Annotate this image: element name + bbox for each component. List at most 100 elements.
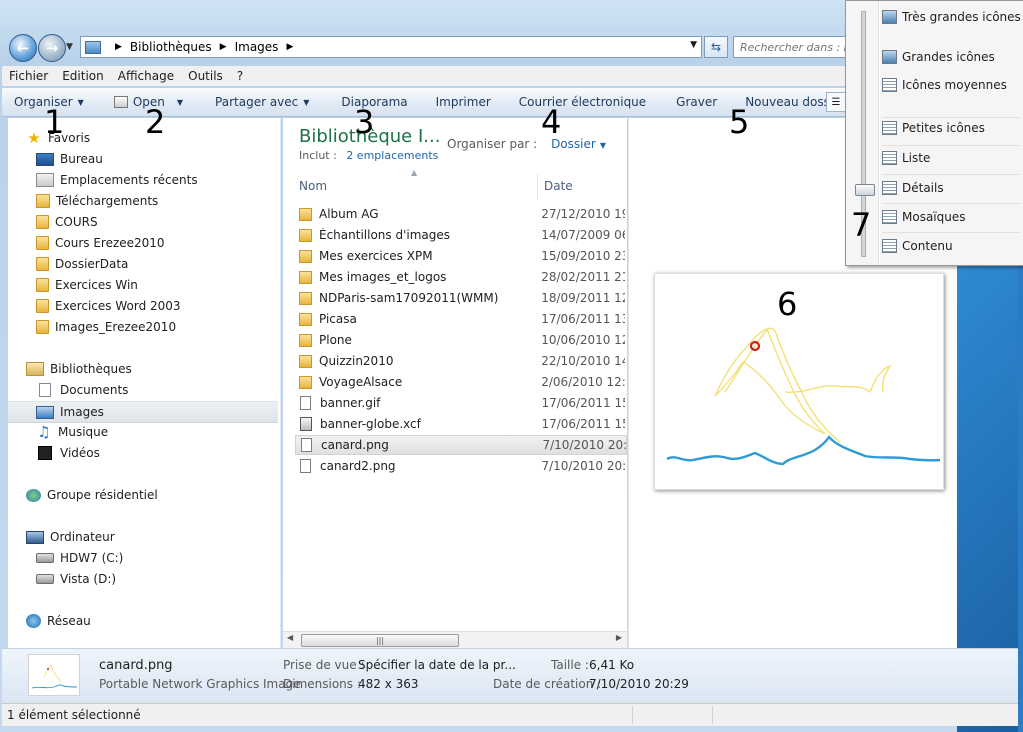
nav-drive-c[interactable]: HDW7 (C:) — [36, 548, 280, 568]
nav-dossierdata[interactable]: DossierData — [36, 254, 280, 274]
file-row[interactable]: Mes images_et_logos 28/02/2011 21:1 — [295, 267, 625, 287]
recent-pages-dropdown[interactable]: ▼ — [66, 42, 73, 52]
horizontal-scrollbar[interactable]: ◀ ||| ▶ — [283, 631, 627, 648]
annotation-4: 4 — [541, 103, 562, 141]
chevron-down-icon[interactable]: ▼ — [600, 141, 606, 150]
nav-computer[interactable]: Ordinateur — [26, 527, 280, 547]
breadcrumb-arrow-icon[interactable]: ▶ — [220, 42, 227, 52]
view-details[interactable]: Détails — [882, 178, 1020, 198]
nav-cours-erezee[interactable]: Cours Erezee2010 — [36, 233, 280, 253]
view-small-icons[interactable]: Petites icônes — [882, 118, 1020, 138]
open-icon — [113, 96, 128, 108]
nav-videos[interactable]: Vidéos — [36, 443, 280, 463]
file-row[interactable]: Plone 10/06/2010 12:1 — [295, 330, 625, 350]
file-row[interactable]: Quizzin2010 22/10/2010 14:1 — [295, 351, 625, 371]
annotation-7: 7 — [851, 206, 872, 244]
detail-size-value: 6,41 Ko — [589, 658, 635, 672]
nav-libraries[interactable]: Bibliothèques — [26, 359, 280, 379]
nav-cours[interactable]: COURS — [36, 212, 280, 232]
details-view-icon — [882, 181, 897, 195]
nav-music[interactable]: ♫ Musique — [36, 422, 280, 442]
share-button[interactable]: Partager avec ▼ — [195, 95, 321, 109]
status-divider — [712, 706, 713, 724]
tiles-view-icon — [882, 210, 897, 224]
scroll-right-icon[interactable]: ▶ — [616, 633, 622, 642]
address-dropdown-icon[interactable]: ▼ — [690, 40, 697, 50]
address-bar[interactable]: ▶ Bibliothèques ▶ Images ▶ ▼ — [80, 36, 702, 58]
column-header-date[interactable]: Date — [544, 172, 624, 200]
nav-images-erezee[interactable]: Images_Erezee2010 — [36, 317, 280, 337]
menu-edition[interactable]: Edition — [55, 69, 111, 83]
nav-bureau[interactable]: Bureau — [36, 149, 280, 169]
breadcrumb-arrow-icon[interactable]: ▶ — [286, 42, 293, 52]
file-name: Quizzin2010 — [319, 354, 394, 368]
email-button[interactable]: Courrier électronique — [503, 95, 658, 109]
includes-label: Inclut : — [299, 149, 337, 162]
view-large-icons[interactable]: Grandes icônes — [882, 47, 1020, 67]
view-tiles[interactable]: Mosaïques — [882, 207, 1020, 227]
breadcrumb-arrow-icon[interactable]: ▶ — [115, 42, 122, 52]
search-box[interactable] — [733, 36, 855, 58]
nav-recent[interactable]: Emplacements récents — [36, 170, 280, 190]
menu-fichier[interactable]: Fichier — [2, 69, 55, 83]
file-date: 22/10/2010 14:1 — [541, 354, 625, 368]
column-divider[interactable] — [537, 174, 538, 200]
downloads-icon — [36, 194, 50, 208]
detail-created-label: Date de création : — [493, 677, 602, 691]
menu-separator — [882, 232, 1020, 233]
view-content[interactable]: Contenu — [882, 236, 1020, 256]
nav-label: Bibliothèques — [50, 362, 132, 376]
file-row[interactable]: banner-globe.xcf 17/06/2011 15:3 — [295, 414, 625, 434]
menu-affichage[interactable]: Affichage — [111, 69, 181, 83]
library-icon — [85, 40, 101, 54]
menu-outils[interactable]: Outils — [181, 69, 230, 83]
detail-file-type: Portable Network Graphics Image — [99, 677, 301, 691]
file-row[interactable]: canard2.png 7/10/2010 20:29 — [295, 456, 625, 476]
nav-documents[interactable]: Documents — [36, 380, 280, 400]
library-includes: Inclut : 2 emplacements — [299, 149, 438, 162]
search-input[interactable] — [734, 39, 852, 55]
back-button[interactable]: ← — [9, 34, 37, 62]
file-row[interactable]: Échantillons d'images 14/07/2009 06:5 — [295, 225, 625, 245]
file-row[interactable]: Album AG 27/12/2010 19:1 — [295, 204, 625, 224]
nav-exercices-word[interactable]: Exercices Word 2003 — [36, 296, 280, 316]
file-row[interactable]: Mes exercices XPM 15/09/2010 23:3 — [295, 246, 625, 266]
view-medium-icons[interactable]: Icônes moyennes — [882, 75, 1020, 95]
nav-images[interactable]: Images — [8, 401, 278, 423]
nav-exercices-win[interactable]: Exercices Win — [36, 275, 280, 295]
view-label: Liste — [902, 151, 931, 165]
forward-button[interactable]: → — [38, 34, 66, 62]
file-row[interactable]: NDParis-sam17092011(WMM) 18/09/2011 12:1 — [295, 288, 625, 308]
view-label: Petites icônes — [902, 121, 985, 135]
file-name: NDParis-sam17092011(WMM) — [319, 291, 499, 305]
column-header-name[interactable]: Nom — [299, 172, 537, 200]
refresh-button[interactable]: ⇆ — [704, 36, 728, 58]
nav-label: Vista (D:) — [60, 572, 117, 586]
breadcrumb-images[interactable]: Images — [235, 40, 279, 54]
nav-network[interactable]: Réseau — [26, 611, 280, 631]
scrollbar-thumb[interactable]: ||| — [301, 634, 459, 647]
folder-icon — [36, 299, 49, 313]
file-date: 27/12/2010 19:1 — [541, 207, 625, 221]
breadcrumb-libraries[interactable]: Bibliothèques — [130, 40, 212, 54]
nav-downloads[interactable]: Téléchargements — [36, 191, 280, 211]
file-row[interactable]: VoyageAlsace 2/06/2010 12:42 — [295, 372, 625, 392]
view-extra-large-icons[interactable]: Très grandes icônes — [882, 7, 1021, 27]
nav-homegroup[interactable]: Groupe résidentiel — [26, 485, 280, 505]
burn-button[interactable]: Graver — [658, 95, 729, 109]
print-button[interactable]: Imprimer — [420, 95, 503, 109]
file-row[interactable]: banner.gif 17/06/2011 15:4 — [295, 393, 625, 413]
file-row[interactable]: Picasa 17/06/2011 13:2 — [295, 309, 625, 329]
nav-label: Images — [60, 405, 104, 419]
locations-link[interactable]: 2 emplacements — [346, 149, 438, 162]
nav-drive-d[interactable]: Vista (D:) — [36, 569, 280, 589]
menu-help[interactable]: ? — [230, 69, 250, 83]
view-list[interactable]: Liste — [882, 148, 1020, 168]
change-view-button[interactable]: ☰ — [826, 92, 846, 112]
share-label: Partager avec — [215, 95, 299, 109]
detail-date-taken-value[interactable]: Spécifier la date de la pr... — [358, 658, 516, 672]
videos-icon — [38, 446, 52, 460]
scroll-left-icon[interactable]: ◀ — [287, 633, 293, 642]
file-row[interactable]: canard.png 7/10/2010 20:29 — [295, 435, 627, 455]
view-slider-thumb[interactable] — [855, 184, 875, 196]
